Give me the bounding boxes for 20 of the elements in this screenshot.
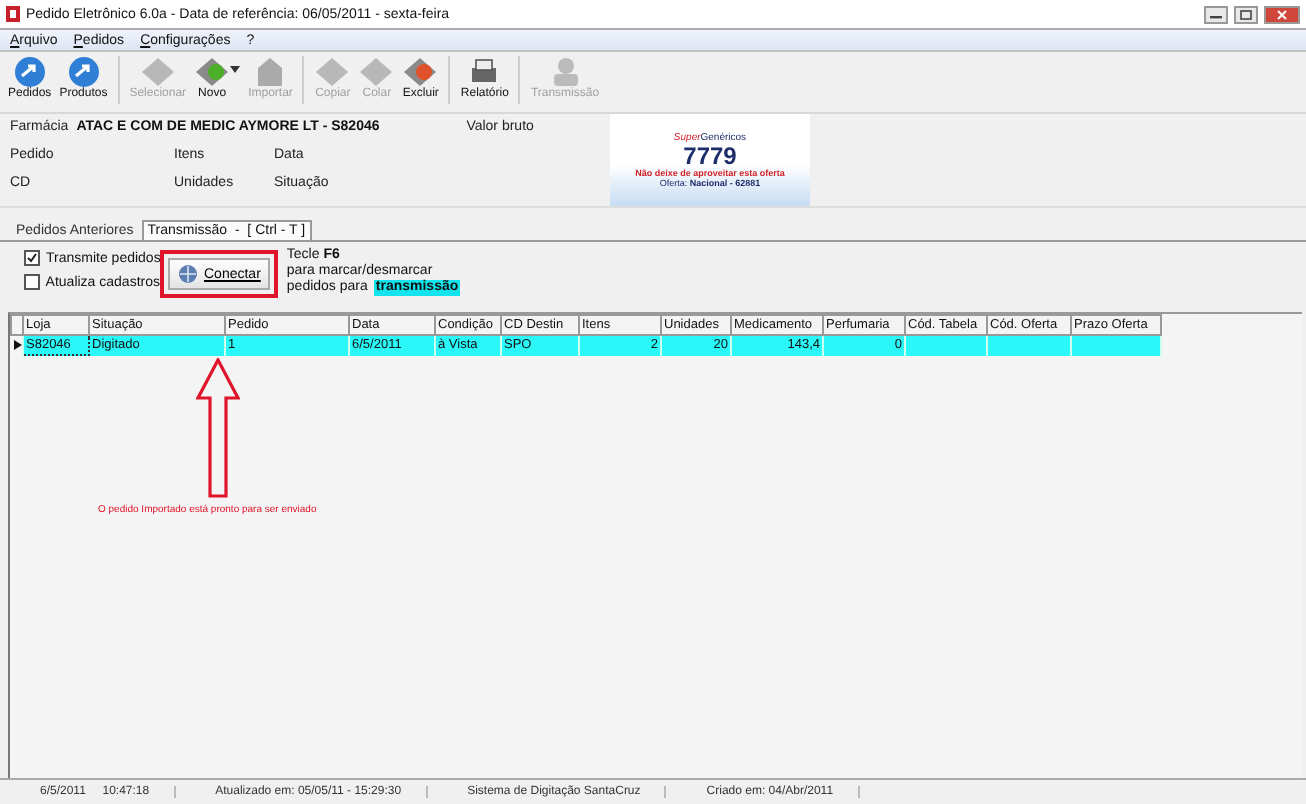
maximize-icon: [1240, 9, 1252, 19]
close-button[interactable]: [1264, 5, 1300, 23]
diamond-icon: [314, 56, 351, 88]
checkbox[interactable]: [24, 274, 40, 290]
arrow-circle-icon: [65, 56, 102, 88]
diamond-icon: [139, 56, 176, 88]
diamond-x-icon: [402, 56, 439, 88]
close-icon: [1276, 9, 1288, 19]
row-pointer-icon: [13, 340, 21, 351]
up-arrow-icon: [196, 358, 240, 498]
globe-icon: [178, 264, 198, 284]
minimize-button[interactable]: [1204, 5, 1228, 23]
diamond-icon: [358, 56, 395, 88]
maximize-button[interactable]: [1234, 5, 1258, 23]
checkbox[interactable]: [24, 250, 40, 266]
offer-number: 7779: [683, 144, 737, 168]
app-icon: [6, 6, 20, 22]
arrow-circle-icon: [11, 56, 48, 88]
caret-icon[interactable]: [230, 66, 241, 74]
diamond-plus-icon: [194, 56, 231, 88]
